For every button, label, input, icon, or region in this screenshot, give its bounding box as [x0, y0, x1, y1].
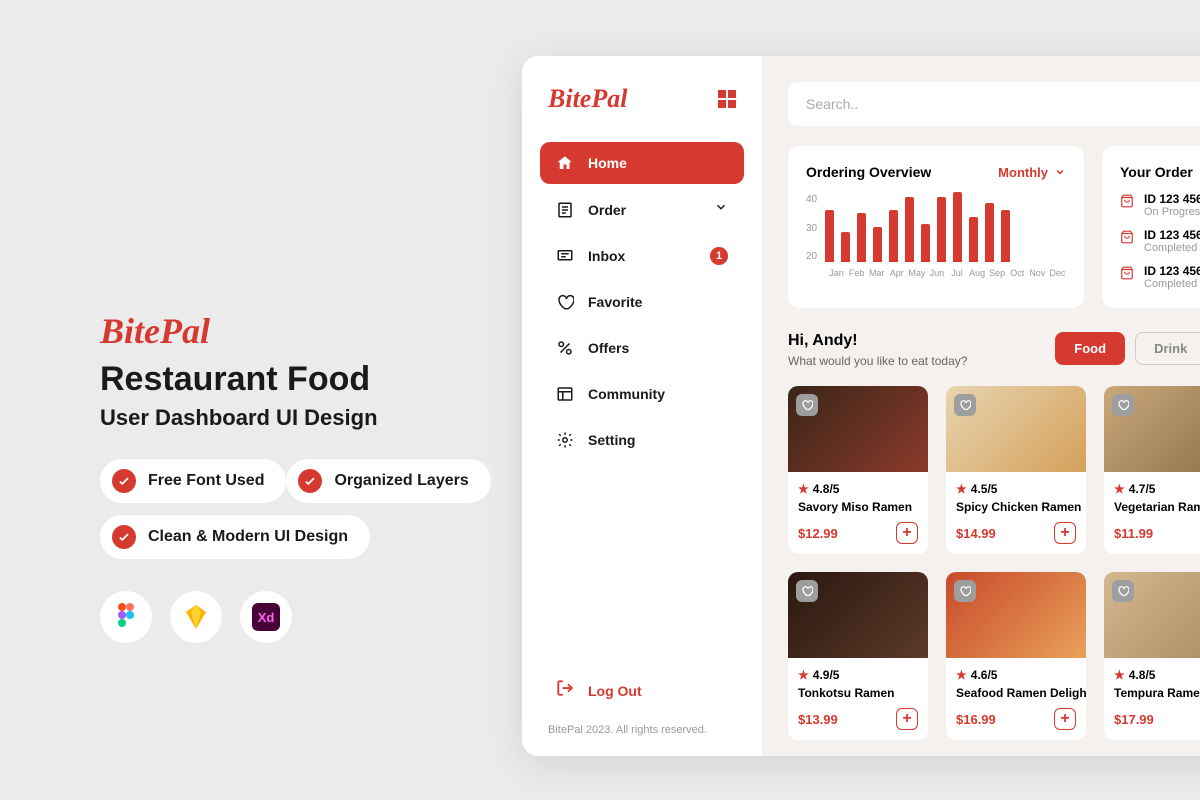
grid-icon[interactable] [718, 90, 736, 108]
food-card[interactable]: ★4.8/5Tempura Ramen$17.99+ [1104, 572, 1200, 740]
food-card[interactable]: ★4.5/5Spicy Chicken Ramen$14.99+ [946, 386, 1086, 554]
logout-icon [556, 679, 574, 702]
ordering-overview-card: Ordering Overview Monthly 403020 JanFebM… [788, 146, 1084, 308]
feature-pill: Organized Layers [286, 459, 490, 503]
feature-pill: Free Font Used [100, 459, 286, 503]
favorite-button[interactable] [1112, 394, 1134, 416]
chart-title: Ordering Overview [806, 164, 931, 180]
bag-icon [1120, 266, 1134, 285]
copyright: BitePal 2023. All rights reserved. [540, 714, 744, 736]
sidebar: BitePal HomeOrderInbox1FavoriteOffersCom… [522, 56, 762, 756]
nav-home[interactable]: Home [540, 142, 744, 184]
order-row[interactable]: ID 123 456Completed [1120, 228, 1200, 254]
favorite-icon [556, 293, 574, 311]
nav-offers[interactable]: Offers [540, 327, 744, 369]
chart-bar [921, 224, 930, 263]
greeting-subtitle: What would you like to eat today? [788, 354, 967, 368]
inbox-icon [556, 247, 574, 265]
add-button[interactable]: + [896, 522, 918, 544]
star-icon: ★ [956, 482, 967, 496]
order-row[interactable]: ID 123 456On Progress [1120, 192, 1200, 218]
check-icon [112, 525, 136, 549]
nav-setting[interactable]: Setting [540, 419, 744, 461]
favorite-button[interactable] [796, 394, 818, 416]
home-icon [556, 154, 574, 172]
order-row[interactable]: ID 123 456Completed [1120, 264, 1200, 290]
nav-order[interactable]: Order [540, 188, 744, 231]
orders-title: Your Order [1120, 164, 1200, 180]
logout-button[interactable]: Log Out [540, 667, 744, 714]
chart-bar [937, 197, 946, 262]
add-button[interactable]: + [1054, 708, 1076, 730]
promo-logo: BitePal [100, 310, 500, 352]
order-icon [556, 201, 574, 219]
food-card[interactable]: ★4.7/5Vegetarian Ramen$11.99+ [1104, 386, 1200, 554]
inbox-badge: 1 [710, 247, 728, 265]
chart-bar [953, 192, 962, 262]
add-button[interactable]: + [1054, 522, 1076, 544]
bag-icon [1120, 194, 1134, 213]
star-icon: ★ [956, 668, 967, 682]
nav-favorite[interactable]: Favorite [540, 281, 744, 323]
your-order-card: Your Order ID 123 456On Progress ID 123 4… [1102, 146, 1200, 308]
filter-drink[interactable]: Drink [1135, 332, 1200, 365]
chevron-down-icon [714, 200, 728, 219]
chart-bar [857, 213, 866, 262]
favorite-button[interactable] [954, 580, 976, 602]
nav-community[interactable]: Community [540, 373, 744, 415]
promo-title: Restaurant Food [100, 360, 500, 399]
star-icon: ★ [798, 668, 809, 682]
feature-pill: Clean & Modern UI Design [100, 515, 370, 559]
chart-bar [985, 203, 994, 263]
search-input[interactable]: Search.. [788, 82, 1200, 126]
setting-icon [556, 431, 574, 449]
chart-bar [825, 210, 834, 263]
star-icon: ★ [798, 482, 809, 496]
star-icon: ★ [1114, 482, 1125, 496]
food-card[interactable]: ★4.8/5Savory Miso Ramen$12.99+ [788, 386, 928, 554]
chart-bar [873, 227, 882, 262]
add-button[interactable]: + [896, 708, 918, 730]
chart-bar [889, 210, 898, 263]
greeting: Hi, Andy! [788, 332, 967, 350]
favorite-button[interactable] [796, 580, 818, 602]
chart-bar [1001, 210, 1010, 263]
nav-inbox[interactable]: Inbox1 [540, 235, 744, 277]
food-card[interactable]: ★4.6/5Seafood Ramen Delight$16.99+ [946, 572, 1086, 740]
favorite-button[interactable] [954, 394, 976, 416]
favorite-button[interactable] [1112, 580, 1134, 602]
filter-food[interactable]: Food [1055, 332, 1125, 365]
chart-bar [905, 197, 914, 262]
tool-icons: Xd [100, 591, 500, 643]
chart-bar [969, 217, 978, 263]
app-window: BitePal HomeOrderInbox1FavoriteOffersCom… [522, 56, 1200, 756]
sketch-icon [170, 591, 222, 643]
star-icon: ★ [1114, 668, 1125, 682]
chart-bar [841, 232, 850, 262]
check-icon [112, 469, 136, 493]
food-card[interactable]: ★4.9/5Tonkotsu Ramen$13.99+ [788, 572, 928, 740]
promo-subtitle: User Dashboard UI Design [100, 405, 500, 431]
bag-icon [1120, 230, 1134, 249]
period-selector[interactable]: Monthly [998, 165, 1066, 180]
figma-icon [100, 591, 152, 643]
xd-icon: Xd [240, 591, 292, 643]
community-icon [556, 385, 574, 403]
offers-icon [556, 339, 574, 357]
app-logo[interactable]: BitePal [548, 84, 627, 114]
check-icon [298, 469, 322, 493]
